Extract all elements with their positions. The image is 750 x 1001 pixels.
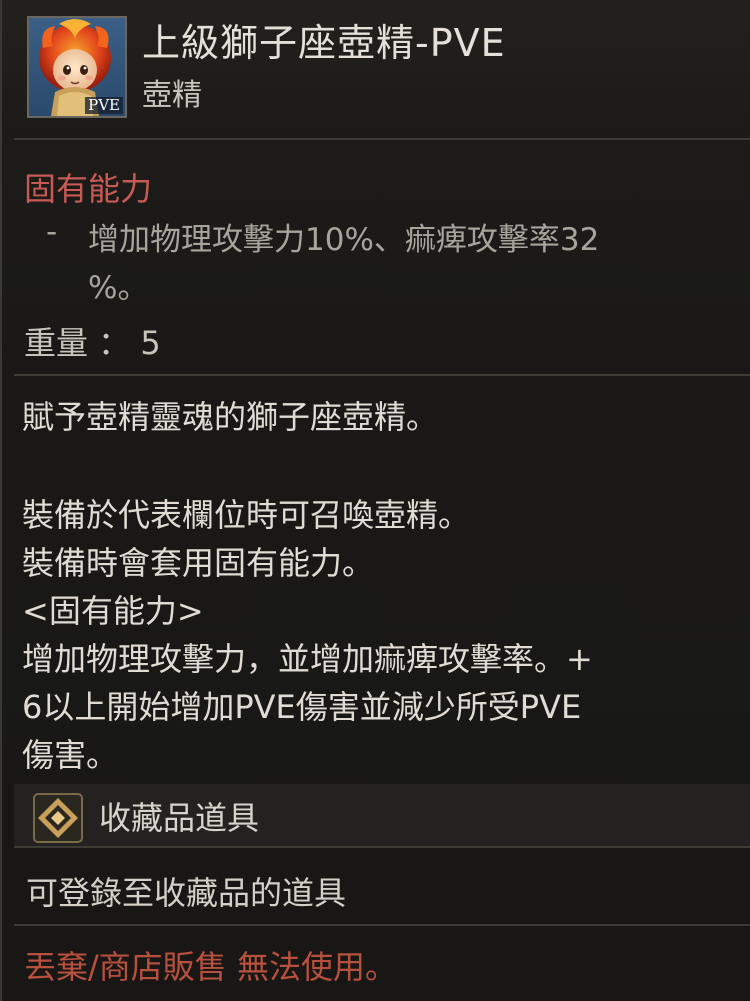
inherent-bullet: - (46, 214, 58, 250)
collection-description: 可登錄至收藏品的道具 (26, 874, 347, 912)
description-line: <固有能力> (22, 592, 204, 630)
item-tooltip: PVE 上級獅子座壺精-PVE 壺精 固有能力 - 增加物理攻擊力10%、痲痺攻… (0, 0, 750, 1001)
description-line: 傷害。 (22, 736, 119, 774)
collection-divider (14, 846, 750, 848)
pve-badge: PVE (85, 97, 123, 114)
restriction-note: 丟棄/商店販售 無法使用。 (24, 948, 397, 986)
stats-divider (14, 374, 750, 376)
description-line: 裝備於代表欄位時可召喚壺精。 (22, 496, 471, 534)
collection-diamond-icon (32, 792, 84, 844)
description-line: 裝備時會套用固有能力。 (22, 544, 375, 582)
inherent-ability-line-2: %。 (88, 270, 149, 306)
collection-label: 收藏品道具 (99, 799, 260, 837)
footer-divider (14, 924, 750, 926)
item-name: 上級獅子座壺精-PVE (142, 21, 506, 65)
inherent-ability-line-1: 增加物理攻擊力10%、痲痺攻擊率32 (88, 222, 600, 258)
description-line: 增加物理攻擊力，並增加痲痺攻擊率。+ (22, 640, 593, 678)
lion-spirit-portrait-icon: PVE (27, 16, 127, 118)
header-divider (14, 138, 750, 140)
description-line: 6以上開始增加PVE傷害並減少所受PVE (22, 688, 582, 726)
description-line: 賦予壺精靈魂的獅子座壺精。 (22, 398, 439, 436)
inherent-ability-title: 固有能力 (24, 170, 153, 208)
item-weight: 重量 ： 5 (24, 324, 161, 362)
item-type: 壺精 (142, 78, 202, 113)
